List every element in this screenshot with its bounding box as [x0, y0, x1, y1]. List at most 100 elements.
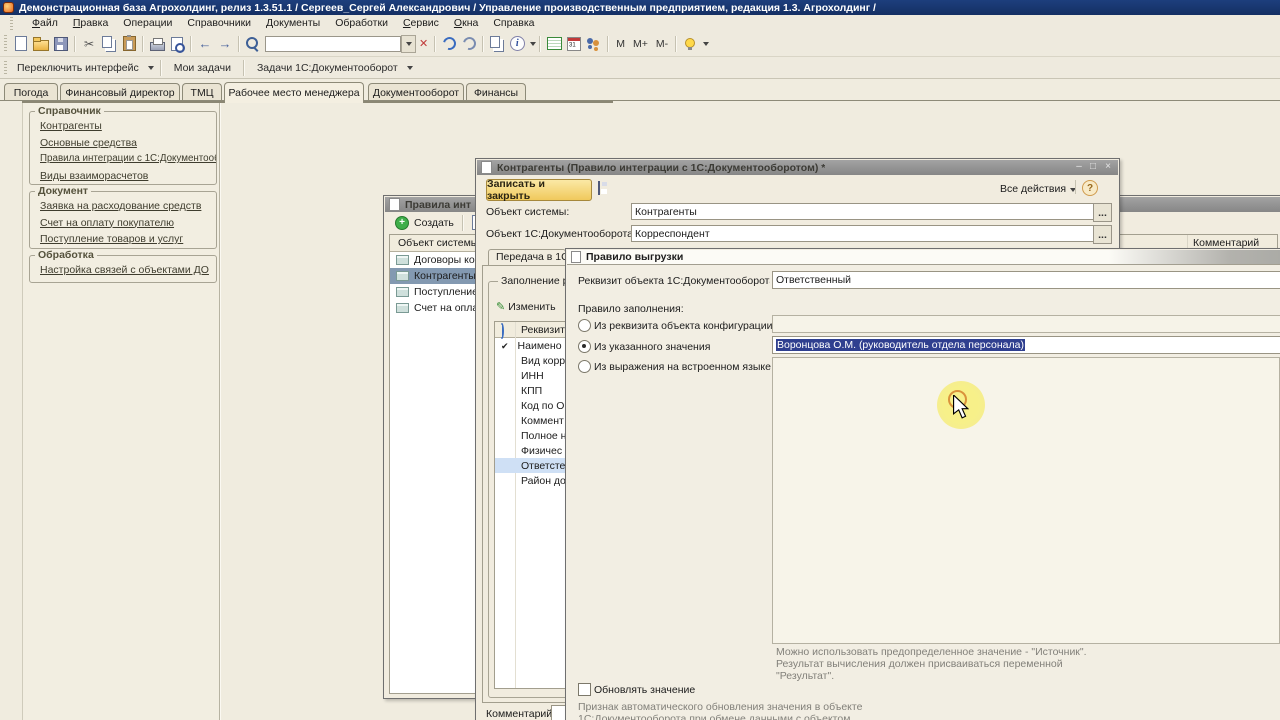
menubar: Файл Правка Операции Справочники Докумен…	[0, 15, 1280, 32]
copy-icon[interactable]	[99, 34, 119, 54]
quick-search-input[interactable]	[265, 35, 401, 52]
refresh-icon[interactable]	[500, 323, 504, 339]
attr-column-header[interactable]: Реквизит	[495, 324, 565, 336]
save-icon[interactable]	[51, 34, 71, 54]
forward-icon[interactable]: →	[215, 34, 235, 54]
do-tasks-button[interactable]: Задачи 1С:Документооборот	[251, 62, 404, 74]
tab-finance[interactable]: Финансы	[466, 83, 526, 101]
object-do-input[interactable]: Корреспондент	[631, 225, 1097, 242]
unload-rule-window: Правило выгрузки Реквизит объекта 1С:Док…	[565, 248, 1280, 720]
sidebar-item-spend-request[interactable]: Заявка на расходование средств	[30, 198, 216, 215]
radio-from-value[interactable]	[578, 340, 591, 353]
menu-file[interactable]: Файл	[32, 17, 58, 29]
close-icon[interactable]: ×	[1102, 161, 1114, 172]
tab-manager-workplace[interactable]: Рабочее место менеджера	[224, 82, 364, 103]
sidebar-item-settlement-types[interactable]: Виды взаиморасчетов	[30, 168, 216, 185]
create-button[interactable]: Создать	[414, 217, 454, 229]
tab-fin-director[interactable]: Финансовый директор	[60, 83, 180, 101]
menu-edit[interactable]: Правка	[73, 17, 108, 29]
update-value-label[interactable]: Обновлять значение	[594, 684, 695, 696]
clear-search-icon[interactable]: ✕	[416, 37, 431, 50]
sidebar-group-catalogs: Справочник Контрагенты Основные средства…	[29, 105, 217, 185]
paste-icon[interactable]	[119, 34, 139, 54]
tab-tmc[interactable]: ТМЦ	[182, 83, 222, 101]
radio-from-attribute-label[interactable]: Из реквизита объекта конфигурации	[594, 320, 772, 332]
help-button[interactable]: ?	[1082, 180, 1098, 196]
window-icon	[481, 161, 492, 174]
app-logo-icon	[3, 2, 14, 13]
save-icon[interactable]	[598, 181, 600, 195]
toolbar-grip	[10, 16, 13, 30]
sidebar: Справочник Контрагенты Основные средства…	[22, 103, 220, 720]
radio-from-value-label[interactable]: Из указанного значения	[594, 341, 710, 353]
my-tasks-button[interactable]: Мои задачи	[168, 62, 237, 74]
switch-interface-caret-icon[interactable]	[147, 65, 154, 70]
main-toolbar: ← → ✕ i М М+ М-	[0, 31, 1280, 57]
all-actions-button[interactable]: Все действия	[1000, 183, 1066, 195]
tab-docflow[interactable]: Документооборот	[368, 83, 464, 101]
edit-button[interactable]: ✎ Изменить	[496, 300, 556, 314]
column-object-system[interactable]: Объект системы	[390, 237, 478, 249]
go-to-link-icon[interactable]	[439, 34, 459, 54]
search-icon[interactable]	[243, 34, 263, 54]
sidebar-item-contractors[interactable]: Контрагенты	[30, 118, 216, 135]
print-preview-icon[interactable]	[167, 34, 187, 54]
sidebar-item-goods-receipt[interactable]: Поступление товаров и услуг	[30, 231, 216, 248]
create-icon[interactable]: +	[395, 215, 409, 230]
note-line-1: Признак автоматического обновления значе…	[578, 701, 863, 713]
menu-windows[interactable]: Окна	[454, 17, 478, 29]
info-caret-icon[interactable]	[530, 41, 537, 46]
menu-documents[interactable]: Документы	[266, 17, 320, 29]
value-input[interactable]: Воронцова О.М. (руководитель отдела перс…	[772, 336, 1280, 354]
do-tasks-caret-icon[interactable]	[406, 65, 413, 70]
object-system-input[interactable]: Контрагенты	[631, 203, 1097, 220]
copy-link-icon[interactable]	[487, 34, 507, 54]
info-icon[interactable]: i	[507, 34, 527, 54]
users-icon[interactable]	[584, 34, 604, 54]
integration-titlebar[interactable]: Контрагенты (Правило интеграции с 1С:Док…	[477, 160, 1118, 175]
tip-of-day-icon[interactable]	[680, 34, 700, 54]
object-do-lookup-button[interactable]: ...	[1093, 225, 1112, 244]
maximize-icon[interactable]: □	[1087, 161, 1099, 172]
sidebar-item-integration-rules[interactable]: Правила интеграции с 1С:Документооборото…	[30, 151, 216, 168]
object-system-lookup-button[interactable]: ...	[1093, 203, 1112, 222]
get-link-icon[interactable]	[459, 34, 479, 54]
menu-service[interactable]: Сервис	[403, 17, 439, 29]
sidebar-item-do-links-setup[interactable]: Настройка связей с объектами ДО	[30, 262, 216, 279]
tab-transfer-to-do[interactable]: Передача в 1С:Д	[488, 249, 566, 266]
menu-processing[interactable]: Обработки	[335, 17, 388, 29]
radio-from-expression[interactable]	[578, 360, 591, 373]
checkmark-icon	[501, 340, 509, 352]
back-icon[interactable]: ←	[195, 34, 215, 54]
open-icon[interactable]	[31, 34, 51, 54]
print-icon[interactable]	[147, 34, 167, 54]
scoreboard-icon[interactable]	[544, 34, 564, 54]
expression-textarea[interactable]	[772, 357, 1280, 644]
memory-recall-button[interactable]: М	[612, 38, 629, 50]
sidebar-item-fixed-assets[interactable]: Основные средства	[30, 135, 216, 152]
memory-minus-button[interactable]: М-	[652, 38, 672, 50]
menu-help[interactable]: Справка	[493, 17, 534, 29]
switch-interface-button[interactable]: Переключить интерфейс	[11, 62, 145, 74]
radio-from-expression-label[interactable]: Из выражения на встроенном языке	[594, 361, 771, 373]
search-dropdown-icon[interactable]	[401, 34, 416, 53]
save-and-close-button[interactable]: Записать и закрыть	[486, 178, 592, 202]
cut-icon[interactable]	[79, 34, 99, 54]
sidebar-group-documents: Документ Заявка на расходование средств …	[29, 185, 217, 249]
radio-from-attribute[interactable]	[578, 319, 591, 332]
attribute-input[interactable]: Ответственный	[772, 271, 1280, 289]
rule-titlebar[interactable]: Правило выгрузки	[567, 250, 1280, 265]
menu-catalogs[interactable]: Справочники	[187, 17, 251, 29]
calendar-icon[interactable]	[564, 34, 584, 54]
new-document-icon[interactable]	[11, 34, 31, 54]
tab-weather[interactable]: Погода	[4, 83, 58, 101]
menu-operations[interactable]: Операции	[123, 17, 172, 29]
sidebar-item-invoice[interactable]: Счет на оплату покупателю	[30, 215, 216, 232]
group-title: Обработка	[35, 249, 97, 261]
update-value-checkbox[interactable]	[578, 683, 591, 696]
minimize-icon[interactable]: –	[1073, 161, 1085, 172]
fill-rule-label: Правило заполнения:	[578, 303, 684, 315]
attribute-label: Реквизит объекта 1С:Документооборота:	[578, 275, 770, 287]
memory-plus-button[interactable]: М+	[629, 38, 652, 50]
tip-caret-icon[interactable]	[703, 41, 710, 46]
